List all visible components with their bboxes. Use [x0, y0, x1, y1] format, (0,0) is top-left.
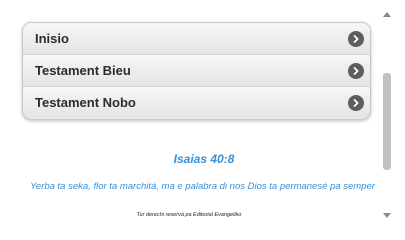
chevron-right-circle-icon [348, 62, 364, 79]
app-viewport: Inisio Testament Bieu Testament Nobo Isa… [0, 0, 405, 228]
menu-item-inisio[interactable]: Inisio [23, 23, 370, 54]
scrollbar-thumb[interactable] [383, 73, 391, 170]
vertical-scrollbar[interactable] [383, 12, 391, 218]
main-menu-list: Inisio Testament Bieu Testament Nobo [22, 22, 371, 120]
verse-text: Yerba ta seka, flor ta marchitá, ma e pa… [30, 181, 375, 192]
copyright-notice: Tur derechi reservá pa Editorial Evangel… [136, 212, 242, 218]
menu-item-label: Inisio [35, 31, 69, 46]
menu-item-label: Testament Nobo [35, 95, 136, 110]
scroll-up-arrow-icon[interactable] [383, 12, 391, 17]
menu-item-label: Testament Bieu [35, 63, 131, 78]
page-content: Inisio Testament Bieu Testament Nobo Isa… [0, 0, 381, 228]
chevron-right-circle-icon [348, 94, 364, 111]
chevron-right-circle-icon [348, 30, 364, 47]
menu-item-testament-bieu[interactable]: Testament Bieu [23, 54, 370, 86]
verse-reference: Isaias 40:8 [173, 152, 235, 166]
scroll-down-arrow-icon[interactable] [383, 213, 391, 218]
menu-item-testament-nobo[interactable]: Testament Nobo [23, 86, 370, 118]
